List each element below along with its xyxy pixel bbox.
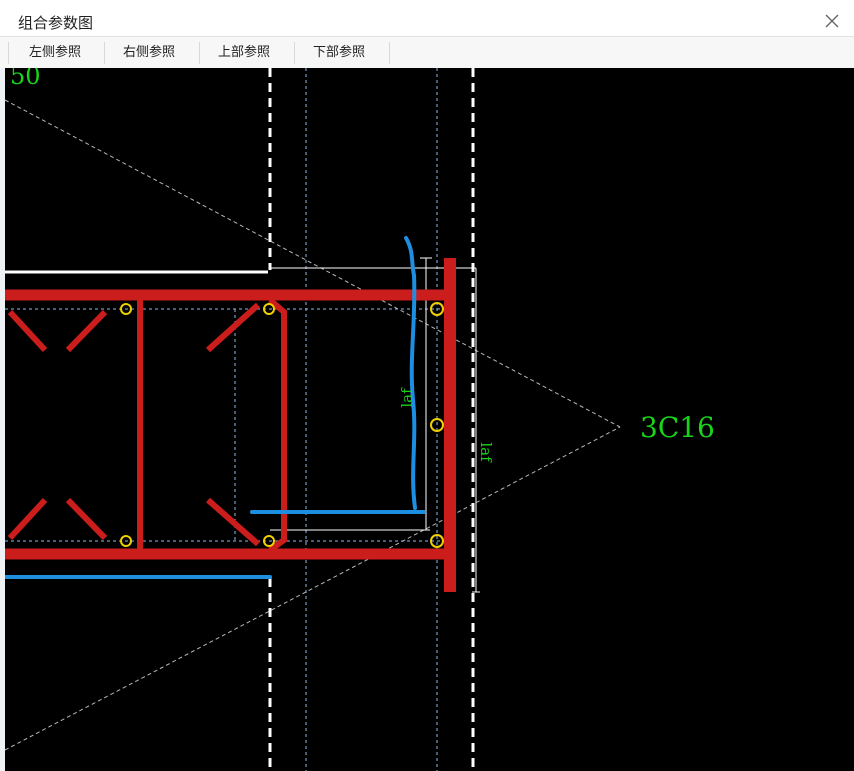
toolbar-divider	[199, 42, 200, 64]
tab-top-reference[interactable]: 上部参照	[214, 43, 274, 63]
window-title: 组合参数图	[18, 14, 94, 32]
reference-lines	[5, 68, 445, 771]
tab-left-reference[interactable]: 左侧参照	[25, 43, 85, 63]
toolbar-divider	[294, 42, 295, 64]
title-bar: 组合参数图	[0, 0, 854, 36]
rebar-callout-label: 3C16	[640, 411, 715, 444]
drawing-canvas[interactable]: 50 50 3C16 laf laf	[5, 68, 854, 771]
toolbar-divider	[104, 42, 105, 64]
callout-leaders	[5, 99, 621, 751]
dimension-lines	[5, 257, 480, 593]
column-outlines	[268, 68, 475, 771]
toolbar: 左侧参照 右侧参照 上部参照 下部参照	[0, 36, 854, 69]
tab-bottom-reference[interactable]: 下部参照	[309, 43, 369, 63]
close-icon[interactable]	[822, 11, 842, 31]
longitudinal-bars	[5, 236, 426, 579]
toolbar-divider	[389, 42, 390, 64]
drawing-svg: 50 50 3C16 laf laf	[5, 68, 715, 771]
tab-right-reference[interactable]: 右侧参照	[119, 43, 179, 63]
top-left-label: 50	[10, 68, 41, 90]
toolbar-divider	[8, 42, 9, 64]
inner-length-label: laf	[398, 387, 416, 408]
stirrups	[5, 258, 456, 592]
outer-length-label: laf	[477, 442, 495, 463]
